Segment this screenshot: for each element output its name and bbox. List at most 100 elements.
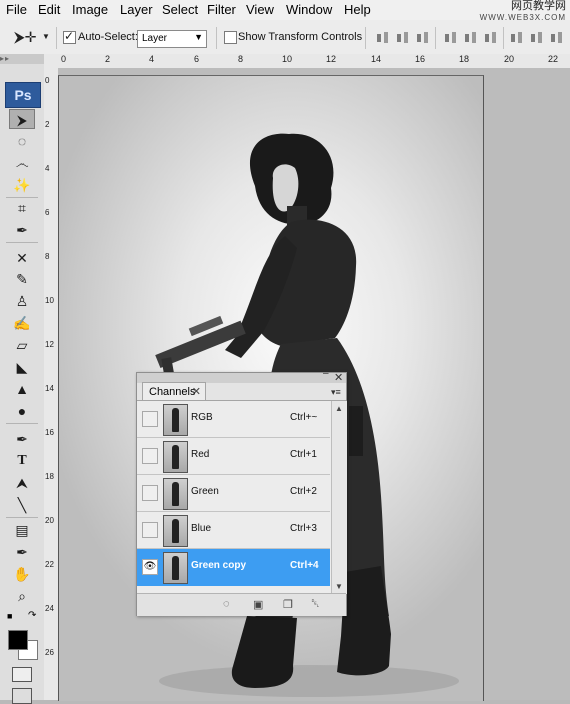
ruler-label: 18 xyxy=(45,472,54,481)
distribute-bottom-icon[interactable] xyxy=(550,31,564,45)
visibility-toggle[interactable] xyxy=(142,485,158,501)
close-icon[interactable]: ✕ xyxy=(334,371,343,384)
channel-thumbnail xyxy=(163,404,188,436)
minimize-icon[interactable]: ‒ xyxy=(323,368,329,379)
auto-select-checkbox[interactable] xyxy=(63,29,76,44)
channel-thumbnail xyxy=(163,441,188,473)
align-bottom-icon[interactable] xyxy=(416,31,430,45)
channel-row-green-copy[interactable]: 👁︎ Green copy Ctrl+4 xyxy=(137,549,330,586)
foreground-color-swatch[interactable] xyxy=(8,630,28,650)
path-selection-tool-icon[interactable]: ⮝ xyxy=(9,473,35,493)
menu-window[interactable]: Window xyxy=(286,2,332,17)
marquee-tool-icon[interactable]: ◌ xyxy=(9,131,35,151)
menu-edit[interactable]: Edit xyxy=(38,2,60,17)
toolbox: ▸▸ Ps ⮞ ◌ ෴ ✨ ⌗ ✒ ✕ ✎ ♙ ✍ ▱ ◣ ▲ ● ✒ T ⮝ … xyxy=(0,54,45,700)
pen-tool-icon[interactable]: ✒ xyxy=(9,429,35,449)
panel-menu-icon[interactable]: ▾≡ xyxy=(331,387,341,398)
divider xyxy=(216,27,217,49)
visibility-toggle[interactable] xyxy=(142,522,158,538)
hand-tool-icon[interactable]: ✋ xyxy=(9,564,35,584)
channel-row-red[interactable]: Red Ctrl+1 xyxy=(137,438,330,475)
line-tool-icon[interactable]: ╲ xyxy=(9,495,35,515)
lasso-tool-icon[interactable]: ෴ xyxy=(9,153,35,173)
scroll-up-icon[interactable]: ▲ xyxy=(335,404,343,413)
move-tool-preset-icon[interactable]: ⮞✛ xyxy=(14,29,36,46)
visibility-toggle[interactable] xyxy=(142,411,158,427)
save-selection-icon[interactable]: ▣ xyxy=(253,598,263,611)
align-left-icon[interactable] xyxy=(444,31,458,45)
paint-bucket-tool-icon[interactable]: ◣ xyxy=(9,357,35,377)
toolbox-grip[interactable]: ▸▸ xyxy=(0,54,44,64)
menu-help[interactable]: Help xyxy=(344,2,371,17)
menu-file[interactable]: File xyxy=(6,2,27,17)
align-vcenter-icon[interactable] xyxy=(396,31,410,45)
ruler-label: 16 xyxy=(415,54,426,64)
distribute-vcenter-icon[interactable] xyxy=(530,31,544,45)
eyedropper-sample-tool-icon[interactable]: ✒ xyxy=(9,542,35,562)
channel-thumbnail xyxy=(163,515,188,547)
menu-image[interactable]: Image xyxy=(72,2,108,17)
channels-list: RGB Ctrl+~ Red Ctrl+1 Green Ctrl+2 Blue … xyxy=(137,400,347,594)
dodge-tool-icon[interactable]: ● xyxy=(9,401,35,421)
load-channel-selection-icon[interactable]: ◌ xyxy=(223,598,230,610)
magic-wand-tool-icon[interactable]: ✨ xyxy=(9,175,35,195)
brush-tool-icon[interactable]: ✎ xyxy=(9,269,35,289)
screen-mode-icon[interactable] xyxy=(12,688,32,704)
visibility-toggle[interactable] xyxy=(142,448,158,464)
channels-panel: ‒ ✕ Channels ✕ ▾≡ RGB Ctrl+~ Red Ctrl+1 … xyxy=(136,368,347,616)
move-tool-icon[interactable]: ⮞ xyxy=(9,109,35,129)
healing-brush-tool-icon[interactable]: ✕ xyxy=(9,248,35,268)
channel-row-blue[interactable]: Blue Ctrl+3 xyxy=(137,512,330,549)
channel-name: Green copy xyxy=(191,560,247,571)
ruler-label: 10 xyxy=(45,296,54,305)
close-icon[interactable]: ✕ xyxy=(192,383,201,401)
swap-colors-icon[interactable]: ↷ xyxy=(28,610,36,621)
ruler-label: 2 xyxy=(105,54,111,64)
eyedropper-tool-icon[interactable]: ✒ xyxy=(9,220,35,240)
chevron-down-icon[interactable]: ▼ xyxy=(42,32,50,41)
channel-row-green[interactable]: Green Ctrl+2 xyxy=(137,475,330,512)
auto-select-dropdown[interactable]: Layer ▼ xyxy=(137,30,207,48)
align-top-icon[interactable] xyxy=(376,31,390,45)
distribute-top-icon[interactable] xyxy=(510,31,524,45)
channel-shortcut: Ctrl+1 xyxy=(290,449,317,460)
crop-tool-icon[interactable]: ⌗ xyxy=(9,198,35,218)
blur-tool-icon[interactable]: ▲ xyxy=(9,379,35,399)
align-hcenter-icon[interactable] xyxy=(464,31,478,45)
notes-tool-icon[interactable]: ▤ xyxy=(9,520,35,540)
align-right-icon[interactable] xyxy=(484,31,498,45)
channel-shortcut: Ctrl+~ xyxy=(290,412,318,423)
ruler-label: 8 xyxy=(45,252,50,261)
divider xyxy=(435,27,436,49)
eraser-tool-icon[interactable]: ▱ xyxy=(9,335,35,355)
horizontal-ruler: 0 2 4 6 8 10 12 14 16 18 20 22 xyxy=(44,54,570,69)
menu-view[interactable]: View xyxy=(246,2,274,17)
show-transform-checkbox[interactable] xyxy=(224,31,237,44)
scroll-down-icon[interactable]: ▼ xyxy=(335,582,343,591)
channel-shortcut: Ctrl+2 xyxy=(290,486,317,497)
menu-filter[interactable]: Filter xyxy=(207,2,236,17)
ruler-label: 16 xyxy=(45,428,54,437)
quick-mask-icon[interactable] xyxy=(12,667,32,682)
clone-stamp-tool-icon[interactable]: ♙ xyxy=(9,291,35,311)
history-brush-tool-icon[interactable]: ✍ xyxy=(9,313,35,333)
menu-layer[interactable]: Layer xyxy=(120,2,153,17)
channel-shortcut: Ctrl+4 xyxy=(290,560,319,571)
channel-name: RGB xyxy=(191,412,213,423)
channel-row-rgb[interactable]: RGB Ctrl+~ xyxy=(137,401,330,438)
zoom-tool-icon[interactable]: ⌕ xyxy=(9,586,35,606)
divider xyxy=(6,242,38,243)
panel-scrollbar[interactable]: ▲ ▼ xyxy=(331,401,347,594)
ruler-label: 20 xyxy=(504,54,515,64)
tab-channels[interactable]: Channels ✕ xyxy=(142,382,206,400)
visibility-toggle[interactable]: 👁︎ xyxy=(142,559,158,575)
channel-shortcut: Ctrl+3 xyxy=(290,523,317,534)
tab-channels-label: Channels xyxy=(149,386,196,398)
type-tool-icon[interactable]: T xyxy=(9,451,35,471)
new-channel-icon[interactable]: ❐ xyxy=(283,598,293,611)
menu-select[interactable]: Select xyxy=(162,2,198,17)
default-colors-icon[interactable]: ■ xyxy=(7,611,12,621)
ruler-label: 10 xyxy=(282,54,293,64)
ruler-label: 14 xyxy=(371,54,382,64)
delete-channel-icon[interactable]: ␡ xyxy=(311,598,320,611)
